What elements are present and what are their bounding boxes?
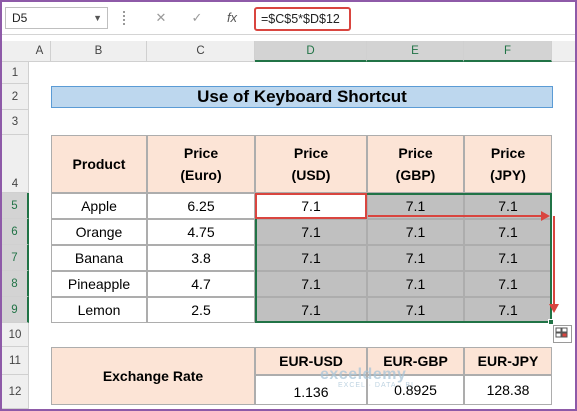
exchange-rate-label[interactable]: Exchange Rate [51,347,255,405]
header-eur-jpy[interactable]: EUR-JPY [464,347,552,375]
value-eur-jpy[interactable]: 128.38 [464,375,552,405]
quick-analysis-icon[interactable] [553,325,572,343]
watermark: exceldemy EXCEL · DATA · BI [320,366,414,389]
fill-right-arrow-head [541,211,550,221]
quick-analysis-glyph [555,327,568,338]
fill-down-arrow-head [549,304,559,313]
watermark-name: exceldemy [320,366,407,383]
watermark-tagline: EXCEL · DATA · BI [338,382,414,389]
excel-window: D5 ▼ ✕ ✓ fx =$C$5*$D$12 A B C D E F 1 2 … [0,0,577,411]
